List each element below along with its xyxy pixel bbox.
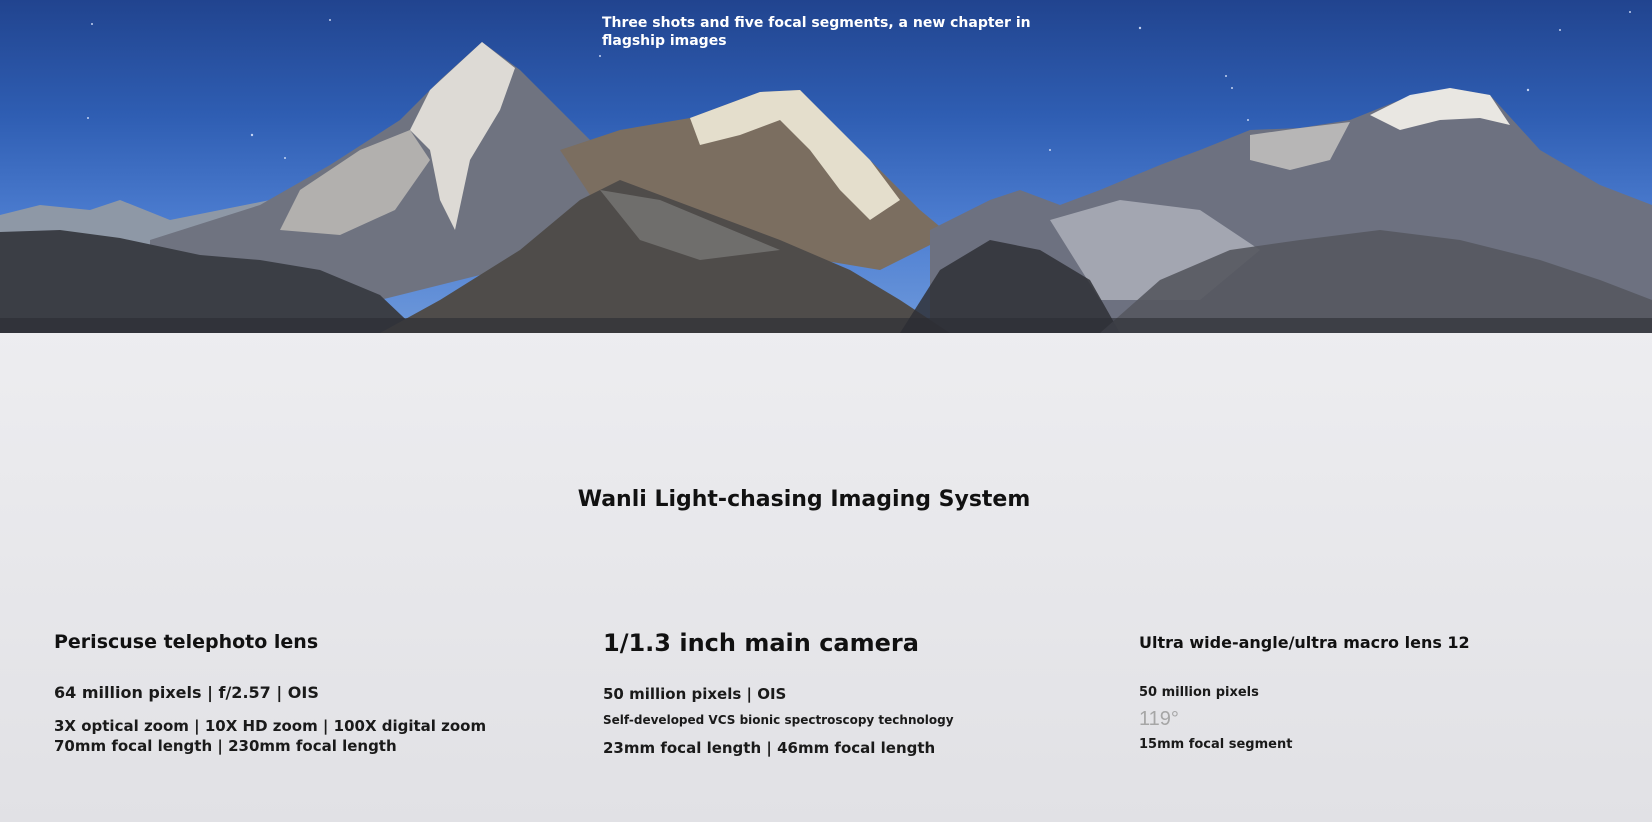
field-of-view-angle: 119° xyxy=(1139,708,1179,730)
lens-card-telephoto: Periscuse telephoto lens 64 million pixe… xyxy=(54,628,554,756)
lens-heading: 1/1.3 inch main camera xyxy=(603,629,919,657)
page: Three shots and five focal segments, a n… xyxy=(0,0,1652,822)
lens-card-main-camera: 1/1.3 inch main camera 50 million pixels… xyxy=(603,628,1083,758)
lens-spec: Self-developed VCS bionic spectroscopy t… xyxy=(603,713,954,727)
section-title-text: Wanli Light-chasing Imaging System xyxy=(577,487,1031,512)
lens-spec: 3X optical zoom | 10X HD zoom | 100X dig… xyxy=(54,717,487,735)
lens-heading: Ultra wide-angle/ultra macro lens 12 xyxy=(1139,633,1470,652)
lens-spec: 50 million pixels | OIS xyxy=(603,685,787,703)
lens-spec: 15mm focal segment xyxy=(1139,737,1293,752)
hero-caption: Three shots and five focal segments, a n… xyxy=(602,15,1031,49)
lens-spec: 50 million pixels xyxy=(1139,685,1259,700)
lens-spec: 23mm focal length | 46mm focal length xyxy=(603,739,936,757)
section-title: Wanli Light-chasing Imaging System xyxy=(0,487,1652,512)
lens-card-ultra-wide: Ultra wide-angle/ultra macro lens 12 50 … xyxy=(1139,628,1619,754)
lens-spec: 64 million pixels | f/2.57 | OIS xyxy=(54,683,319,702)
hero-mountain-image: Three shots and five focal segments, a n… xyxy=(0,0,1652,333)
lens-spec: 70mm focal length | 230mm focal length xyxy=(54,737,397,755)
lens-heading: Periscuse telephoto lens xyxy=(54,631,319,653)
